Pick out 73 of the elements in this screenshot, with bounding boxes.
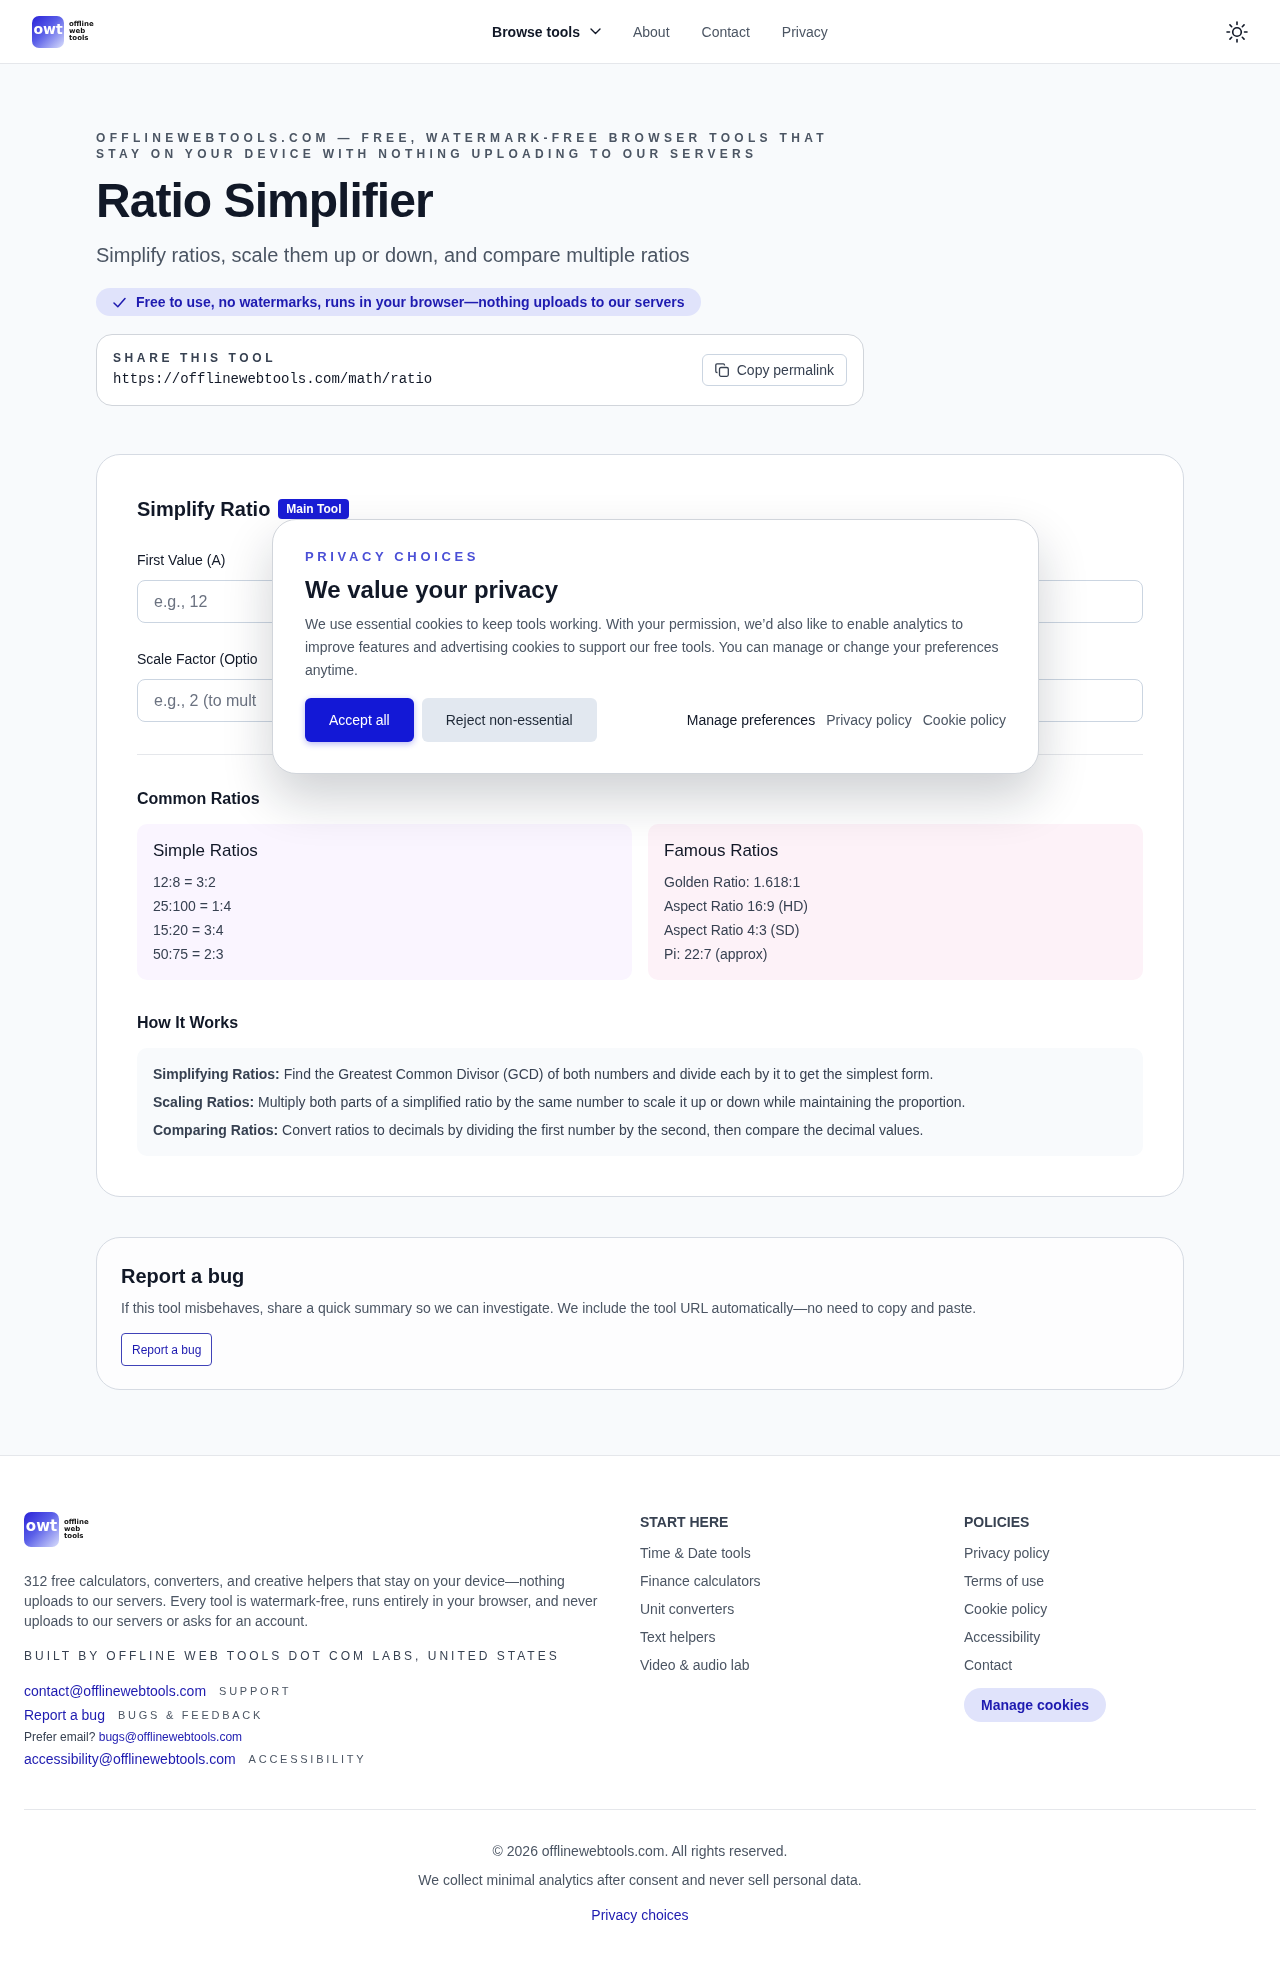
footer-heading: POLICIES: [964, 1513, 1031, 1532]
badge-text: Free to use, no watermarks, runs in your browser—nothing uploads to our servers: [136, 294, 685, 310]
footer-link[interactable]: Privacy policy: [964, 1543, 1050, 1563]
browse-menu-button[interactable]: Browse tools: [492, 23, 601, 40]
field-label: First Value (A): [137, 551, 226, 570]
main-tool-tag: Main Tool: [278, 499, 350, 519]
report-title: Report a bug: [121, 1264, 246, 1289]
ratio-example: 25:100 = 1:4: [153, 897, 232, 916]
bug-report-link[interactable]: Report a bug: [24, 1705, 105, 1725]
nav-link[interactable]: Privacy: [781, 23, 828, 40]
built-by-text: BUILT BY OFFLINE WEB TOOLS DOT COM LABS, UNITED STATES: [24, 1648, 561, 1664]
section-heading: Common Ratios: [137, 789, 261, 809]
explanation-text: Simplifying Ratios: Find the Greatest Common Divisor (GCD) of both numbers and divide each by it to get the simplest form.: [153, 1065, 935, 1084]
footer-description: 312 free calculators, converters, and creative helpers that stay on your device—nothing uploads to our servers. Every tool is watermark-free, runs entirely in your browser, and never uploads to our servers or asks for an account.: [24, 1572, 599, 1631]
report-bug-button[interactable]: Report a bug: [121, 1333, 213, 1366]
logo-tile[interactable]: owt: [24, 1512, 59, 1547]
email-note: Prefer email? bugs@offlinewebtools.com: [24, 1729, 243, 1745]
analytics-note: We collect minimal analytics after consent and never sell personal data.: [418, 1871, 862, 1890]
ratio-example: 12:8 = 3:2: [153, 873, 216, 892]
field-label: Scale Factor (Optio: [137, 650, 258, 669]
reject-button[interactable]: Reject non-essential: [421, 698, 597, 742]
nav-link[interactable]: About: [632, 23, 670, 40]
dialog-text: We use essential cookies to keep tools working. With your permission, we’d also like to enable analytics to improve features and advertising cookies to support our free tools. You can manage or change your preferences anytime.: [305, 615, 1000, 680]
share-label: SHARE THIS TOOL: [113, 350, 278, 366]
page-title: Ratio Simplifier: [96, 173, 434, 229]
explanation-text: Comparing Ratios: Convert ratios to decimals by dividing the first number by the second, then compare the decimal values.: [153, 1121, 925, 1140]
tool-title: Simplify Ratio: [137, 497, 271, 522]
dialog-title: We value your privacy: [305, 575, 559, 605]
eyebrow-text: OFFLINEWEBTOOLS.COM — FREE, WATERMARK-FREE BROWSER TOOLS THAT STAY ON YOUR DEVICE WITH NOTHING UPLOADING TO OUR SERVERS: [96, 130, 829, 162]
ratio-card-title: Simple Ratios: [153, 840, 259, 862]
check-icon: [113, 295, 126, 309]
accept-button[interactable]: Accept all: [305, 698, 414, 742]
ratio-example: 50:75 = 2:3: [153, 945, 224, 964]
copy-permalink-button[interactable]: Copy permalink: [701, 353, 847, 386]
footer-link[interactable]: Text helpers: [640, 1627, 716, 1647]
copy-icon: [714, 362, 729, 377]
email-link[interactable]: accessibility@offlinewebtools.com: [24, 1749, 236, 1769]
page-subtitle: Simplify ratios, scale them up or down, and compare multiple ratios: [96, 243, 691, 268]
footer-link[interactable]: Cookie policy: [964, 1599, 1048, 1619]
footer-link[interactable]: Contact: [964, 1655, 1013, 1675]
manage-cookies-button[interactable]: Manage cookies: [964, 1688, 1107, 1722]
dialog-link[interactable]: Privacy policy: [826, 712, 912, 728]
section-heading: How It Works: [137, 1013, 240, 1033]
ratio-example: 15:20 = 3:4: [153, 921, 224, 940]
dialog-link[interactable]: Cookie policy: [922, 712, 1006, 728]
contact-tag: ACCESSIBILITY: [248, 1751, 367, 1767]
permalink-url: https://offlinewebtools.com/math/ratio: [113, 370, 433, 389]
ratio-example: Golden Ratio: 1.618:1: [664, 873, 801, 892]
footer-link[interactable]: Unit converters: [640, 1599, 735, 1619]
email-link[interactable]: bugs@offlinewebtools.com: [98, 1730, 243, 1744]
logo-tile[interactable]: owt: [32, 15, 64, 48]
copyright-text: © 2026 offlinewebtools.com. All rights reserved.: [492, 1842, 788, 1861]
dialog-link[interactable]: Manage preferences: [686, 712, 816, 728]
chevron-down-icon: [589, 28, 601, 35]
nav-link[interactable]: Contact: [701, 23, 750, 40]
ratio-example: Aspect Ratio 4:3 (SD): [664, 921, 800, 940]
email-link[interactable]: contact@offlinewebtools.com: [24, 1681, 207, 1701]
ratio-example: Pi: 22:7 (approx): [664, 945, 768, 964]
ratio-card-title: Famous Ratios: [664, 840, 780, 862]
footer-link[interactable]: Time & Date tools: [640, 1543, 751, 1563]
sun-icon[interactable]: [1226, 20, 1248, 43]
privacy-choices-link[interactable]: Privacy choices: [591, 1905, 689, 1925]
report-text: If this tool misbehaves, share a quick summary so we can investigate. We include the tool URL automatically—no need to copy and paste.: [121, 1299, 978, 1318]
ratio-example: Aspect Ratio 16:9 (HD): [664, 897, 808, 916]
dialog-eyebrow: PRIVACY CHOICES: [305, 549, 481, 565]
footer-link[interactable]: Video & audio lab: [640, 1655, 750, 1675]
contact-tag: SUPPORT: [219, 1683, 292, 1699]
explanation-text: Scaling Ratios: Multiply both parts of a simplified ratio by the same number to scale it up or down while maintaining the proportion.: [153, 1093, 967, 1112]
footer-heading: START HERE: [640, 1513, 730, 1532]
footer-link[interactable]: Terms of use: [964, 1571, 1045, 1591]
footer-link[interactable]: Accessibility: [964, 1627, 1041, 1647]
contact-tag: BUGS & FEEDBACK: [117, 1707, 264, 1723]
footer-link[interactable]: Finance calculators: [640, 1571, 761, 1591]
